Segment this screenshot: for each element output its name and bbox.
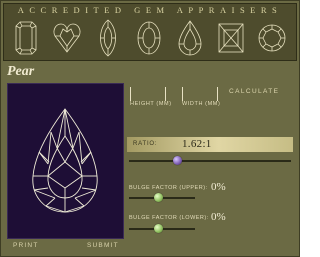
width-input-wrapper: [182, 87, 218, 105]
bulge-upper-value: 0%: [211, 181, 226, 193]
heart-shape-icon: [53, 23, 81, 53]
ratio-slider-track[interactable]: [129, 160, 291, 162]
height-label: HEIGHT (MM): [130, 101, 172, 107]
width-label: WIDTH (MM): [182, 101, 221, 107]
bulge-lower-slider-knob[interactable]: [154, 224, 164, 233]
bulge-upper-slider-knob[interactable]: [154, 193, 164, 202]
ratio-label: RATIO:: [133, 141, 158, 147]
print-button[interactable]: PRINT: [13, 242, 39, 249]
shape-emerald-button[interactable]: emerald: [10, 18, 42, 58]
shape-princess-button[interactable]: princess: [215, 18, 247, 58]
marquise-shape-icon: [100, 19, 116, 57]
header-title: ACCREDITED GEM APPRAISERS: [17, 5, 283, 15]
ratio-slider-knob[interactable]: [173, 156, 183, 165]
shape-selector: emerald heart: [10, 18, 292, 58]
bulge-lower-label: BULGE FACTOR (LOWER):: [129, 215, 209, 221]
shape-round-button[interactable]: round: [256, 18, 288, 58]
ratio-display: RATIO: 1.62:1: [127, 137, 293, 152]
emerald-shape-icon: [15, 21, 37, 55]
calculate-button[interactable]: CALCULATE: [229, 88, 279, 95]
bulge-upper-label: BULGE FACTOR (UPPER):: [129, 185, 208, 191]
pear-shape-icon: [178, 20, 202, 56]
selected-shape-title: Pear: [7, 64, 35, 79]
header-bar: ACCREDITED GEM APPRAISERS emerald: [3, 3, 297, 61]
submit-button[interactable]: SUBMIT: [87, 242, 119, 249]
round-shape-icon: [258, 24, 286, 52]
princess-shape-icon: [218, 23, 244, 53]
height-input-wrapper: [130, 87, 166, 105]
shape-heart-button[interactable]: heart: [51, 18, 83, 58]
shape-pear-button[interactable]: pear: [174, 18, 206, 58]
calculator-window: ACCREDITED GEM APPRAISERS emerald: [0, 0, 300, 257]
shape-marquise-button[interactable]: marquise: [92, 18, 124, 58]
oval-shape-icon: [137, 21, 161, 55]
gem-preview-panel: [7, 83, 124, 239]
pear-diagram-icon: [32, 108, 98, 213]
shape-oval-button[interactable]: oval: [133, 18, 165, 58]
ratio-value: 1.62:1: [182, 138, 212, 150]
bulge-lower-value: 0%: [211, 211, 226, 223]
